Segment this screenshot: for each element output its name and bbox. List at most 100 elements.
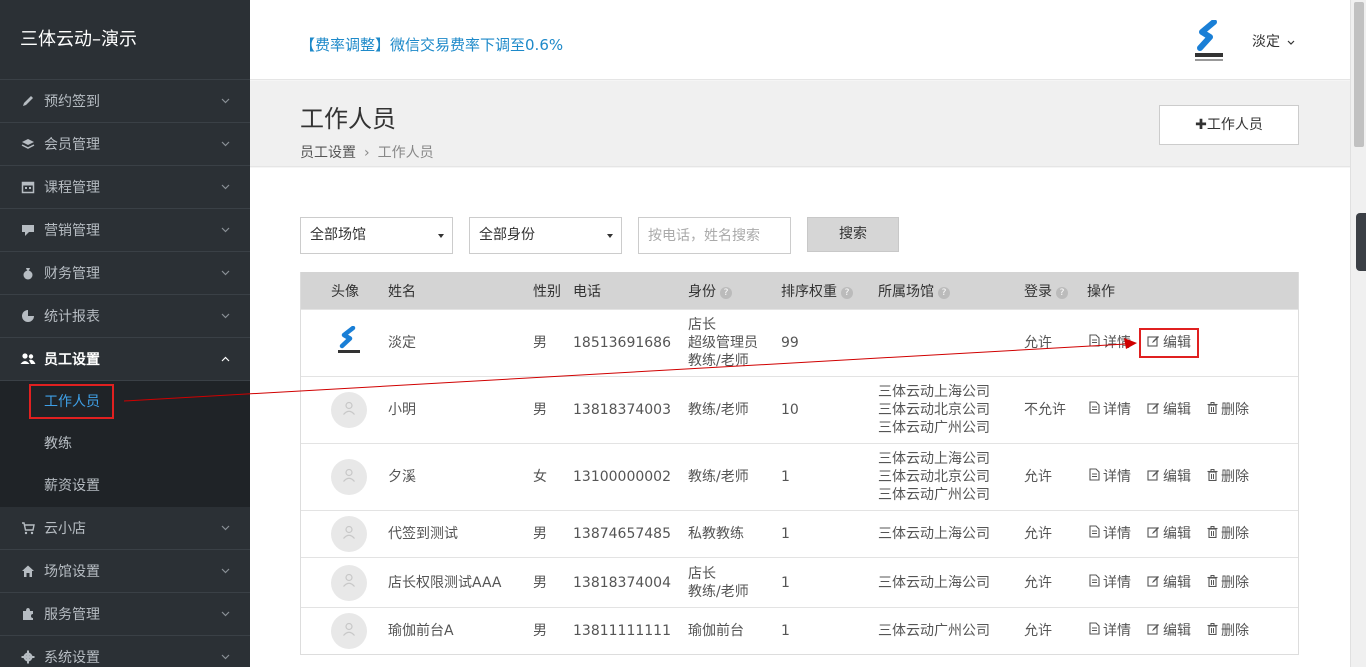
- header-weight: 排序权重?: [781, 281, 853, 301]
- trash-icon: [1207, 525, 1221, 543]
- sidebar-item[interactable]: 员工设置: [0, 338, 250, 381]
- sidebar-item[interactable]: 会员管理: [0, 123, 250, 166]
- venue-select-value: 全部场馆: [310, 227, 366, 243]
- sidebar-item[interactable]: 营销管理: [0, 209, 250, 252]
- staff-login: 允许: [1024, 526, 1052, 542]
- avatar: [331, 459, 367, 495]
- money-bag-icon: [20, 265, 36, 281]
- staff-login: 允许: [1024, 469, 1052, 485]
- row-actions: 详情 编辑 删除: [1089, 468, 1265, 486]
- table-row: 夕溪 女 13100000002 教练/老师 1 三体云动上海公司 三体云动北京公司 三体云动…: [301, 443, 1298, 510]
- caret-down-icon: [438, 234, 444, 238]
- detail-button[interactable]: 详情: [1089, 401, 1131, 419]
- detail-button[interactable]: 详情: [1089, 468, 1131, 486]
- edit-button[interactable]: 编辑: [1147, 468, 1191, 486]
- cart-icon: [20, 520, 36, 536]
- calendar-icon: [20, 179, 36, 195]
- table-row: 店长权限测试AAA 男 13818374004 店长 教练/老师 1 三体云动上海公司 允许 详…: [301, 557, 1298, 607]
- pie-chart-icon: [20, 308, 36, 324]
- sidebar-item[interactable]: 云小店: [0, 507, 250, 550]
- help-icon[interactable]: ?: [720, 286, 732, 299]
- breadcrumb-parent[interactable]: 员工设置: [300, 145, 356, 161]
- delete-button[interactable]: 删除: [1207, 468, 1249, 486]
- detail-button[interactable]: 详情: [1089, 622, 1131, 640]
- role-line: 教练/老师: [688, 402, 749, 418]
- delete-button[interactable]: 删除: [1207, 401, 1249, 419]
- table-header: 头像 姓名 性别 电话 身份? 排序权重? 所属场馆? 登录? 操作: [301, 272, 1298, 309]
- venue-line: 三体云动北京公司: [878, 402, 990, 418]
- edit-button[interactable]: 编辑: [1139, 328, 1199, 358]
- help-icon[interactable]: ?: [938, 286, 950, 299]
- side-widget[interactable]: [1356, 213, 1366, 271]
- staff-name: 代签到测试: [388, 526, 458, 542]
- header-ops: 操作: [1087, 283, 1115, 300]
- edit-button[interactable]: 编辑: [1147, 574, 1191, 592]
- sidebar-item[interactable]: 统计报表: [0, 295, 250, 338]
- venue-line: 三体云动上海公司: [878, 574, 990, 591]
- user-placeholder-icon: [341, 621, 357, 642]
- role-line: 教练/老师: [688, 353, 749, 369]
- puzzle-icon: [20, 606, 36, 622]
- chevron-down-icon: [220, 566, 230, 576]
- gear-icon: [20, 649, 36, 665]
- detail-button[interactable]: 详情: [1089, 334, 1131, 352]
- subnav-item[interactable]: 薪资设置: [0, 465, 250, 507]
- sidebar-item-label: 员工设置: [44, 352, 100, 368]
- role-line: 教练/老师: [688, 469, 749, 485]
- sidebar-item-label: 预约签到: [44, 94, 100, 110]
- filter-bar: 全部场馆 全部身份 搜索: [300, 217, 899, 254]
- edit-button[interactable]: 编辑: [1147, 525, 1191, 543]
- delete-button[interactable]: 删除: [1207, 574, 1249, 592]
- chevron-down-icon: [220, 652, 230, 662]
- venue-line: 三体云动上海公司: [878, 526, 990, 542]
- venue-select[interactable]: 全部场馆: [300, 217, 453, 254]
- edit-icon: [1147, 525, 1163, 543]
- fee-notice[interactable]: 【费率调整】微信交易费率下调至0.6%: [300, 34, 563, 55]
- staff-name: 瑜伽前台A: [388, 623, 454, 639]
- role-line: 瑜伽前台: [688, 623, 744, 639]
- role-select-value: 全部身份: [479, 227, 535, 243]
- breadcrumb-current: 工作人员: [377, 145, 434, 161]
- venue-line: 三体云动北京公司: [878, 469, 990, 485]
- help-icon[interactable]: ?: [1056, 286, 1068, 299]
- page-scrollbar[interactable]: [1350, 0, 1366, 667]
- delete-button[interactable]: 删除: [1207, 525, 1249, 543]
- delete-button[interactable]: 删除: [1207, 622, 1249, 640]
- user-placeholder-icon: [341, 467, 357, 488]
- detail-label: 详情: [1103, 402, 1131, 418]
- user-menu[interactable]: 淡定: [1252, 31, 1295, 51]
- row-actions: 详情 编辑 删除: [1089, 622, 1265, 640]
- scrollbar-thumb[interactable]: [1354, 2, 1364, 147]
- table-row: 代签到测试 男 13874657485 私教教练 1 三体云动上海公司 允许 详情 编辑 删除: [301, 510, 1298, 557]
- detail-button[interactable]: 详情: [1089, 525, 1131, 543]
- sidebar-item[interactable]: 课程管理: [0, 166, 250, 209]
- detail-label: 详情: [1103, 526, 1131, 542]
- subnav-item[interactable]: 工作人员: [0, 381, 250, 423]
- sidebar-item[interactable]: 服务管理: [0, 593, 250, 636]
- avatar: [331, 564, 367, 601]
- chevron-down-icon: [220, 182, 230, 192]
- header-name: 姓名: [388, 283, 416, 300]
- detail-button[interactable]: 详情: [1089, 573, 1131, 592]
- subnav-item[interactable]: 教练: [0, 423, 250, 465]
- detail-label: 详情: [1103, 335, 1131, 351]
- user-placeholder-icon: [341, 572, 357, 593]
- add-staff-button[interactable]: ✚工作人员: [1159, 105, 1299, 145]
- search-input[interactable]: [638, 217, 791, 254]
- caret-down-icon: [607, 234, 613, 238]
- role-select[interactable]: 全部身份: [469, 217, 622, 254]
- document-icon: [1089, 468, 1103, 486]
- edit-button[interactable]: 编辑: [1147, 401, 1191, 419]
- trash-icon: [1207, 468, 1221, 486]
- help-icon[interactable]: ?: [841, 286, 853, 299]
- search-button[interactable]: 搜索: [807, 217, 899, 252]
- edit-button[interactable]: 编辑: [1147, 622, 1191, 640]
- sidebar-item[interactable]: 系统设置: [0, 636, 250, 667]
- sidebar-item[interactable]: 财务管理: [0, 252, 250, 295]
- staff-roles: 瑜伽前台: [688, 622, 744, 640]
- delete-label: 删除: [1221, 574, 1249, 591]
- sidebar-item[interactable]: 场馆设置: [0, 550, 250, 593]
- staff-weight: 1: [781, 526, 790, 542]
- staff-phone: 13811111111: [573, 623, 671, 639]
- sidebar-item[interactable]: 预约签到: [0, 80, 250, 123]
